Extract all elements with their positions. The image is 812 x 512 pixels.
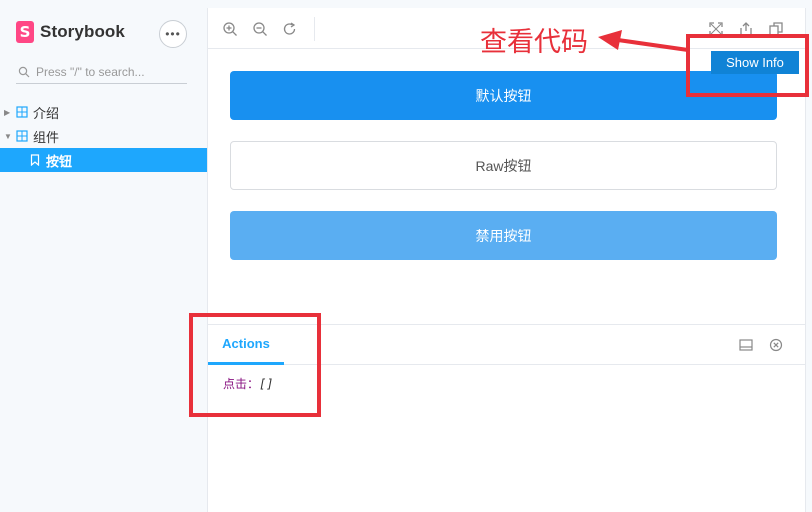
close-icon[interactable]: [769, 338, 783, 352]
storybook-logo-icon: S: [16, 21, 34, 43]
tree-item-intro[interactable]: ▶ 介绍: [0, 100, 207, 124]
zoom-out-icon[interactable]: [252, 21, 268, 37]
annotation-box-show-info: [686, 34, 809, 97]
more-options-button[interactable]: •••: [159, 20, 187, 48]
tree-item-components[interactable]: ▼ 组件: [0, 124, 207, 148]
tree-item-button-story[interactable]: 按钮: [0, 148, 207, 172]
search-input[interactable]: Press "/" to search...: [16, 60, 187, 84]
sidebar: S Storybook ••• Press "/" to search... ▶…: [0, 0, 207, 512]
tree-item-label: 介绍: [33, 105, 60, 121]
bookmark-icon: [30, 154, 40, 166]
annotation-box-actions: [189, 313, 321, 417]
panel-position-icon[interactable]: [739, 338, 753, 352]
annotation-text: 查看代码: [480, 27, 588, 58]
tree-item-label: 按钮: [46, 153, 73, 169]
search-icon: [18, 66, 30, 77]
caret-right-icon: ▶: [4, 107, 11, 117]
reset-zoom-icon[interactable]: [282, 21, 298, 37]
brand-name: Storybook: [40, 22, 125, 41]
story-tree: ▶ 介绍 ▼ 组件 按钮: [0, 100, 207, 172]
zoom-in-icon[interactable]: [222, 21, 238, 37]
tree-item-label: 组件: [33, 129, 60, 145]
raw-button[interactable]: Raw按钮: [230, 141, 777, 190]
toolbar-divider: [314, 17, 315, 41]
caret-down-icon: ▼: [4, 131, 12, 141]
component-icon: [16, 130, 28, 142]
disabled-button[interactable]: 禁用按钮: [230, 211, 777, 260]
component-icon: [16, 106, 28, 118]
search-placeholder: Press "/" to search...: [36, 64, 145, 79]
brand[interactable]: S Storybook: [16, 21, 125, 43]
annotation-arrow-icon: [598, 30, 689, 52]
